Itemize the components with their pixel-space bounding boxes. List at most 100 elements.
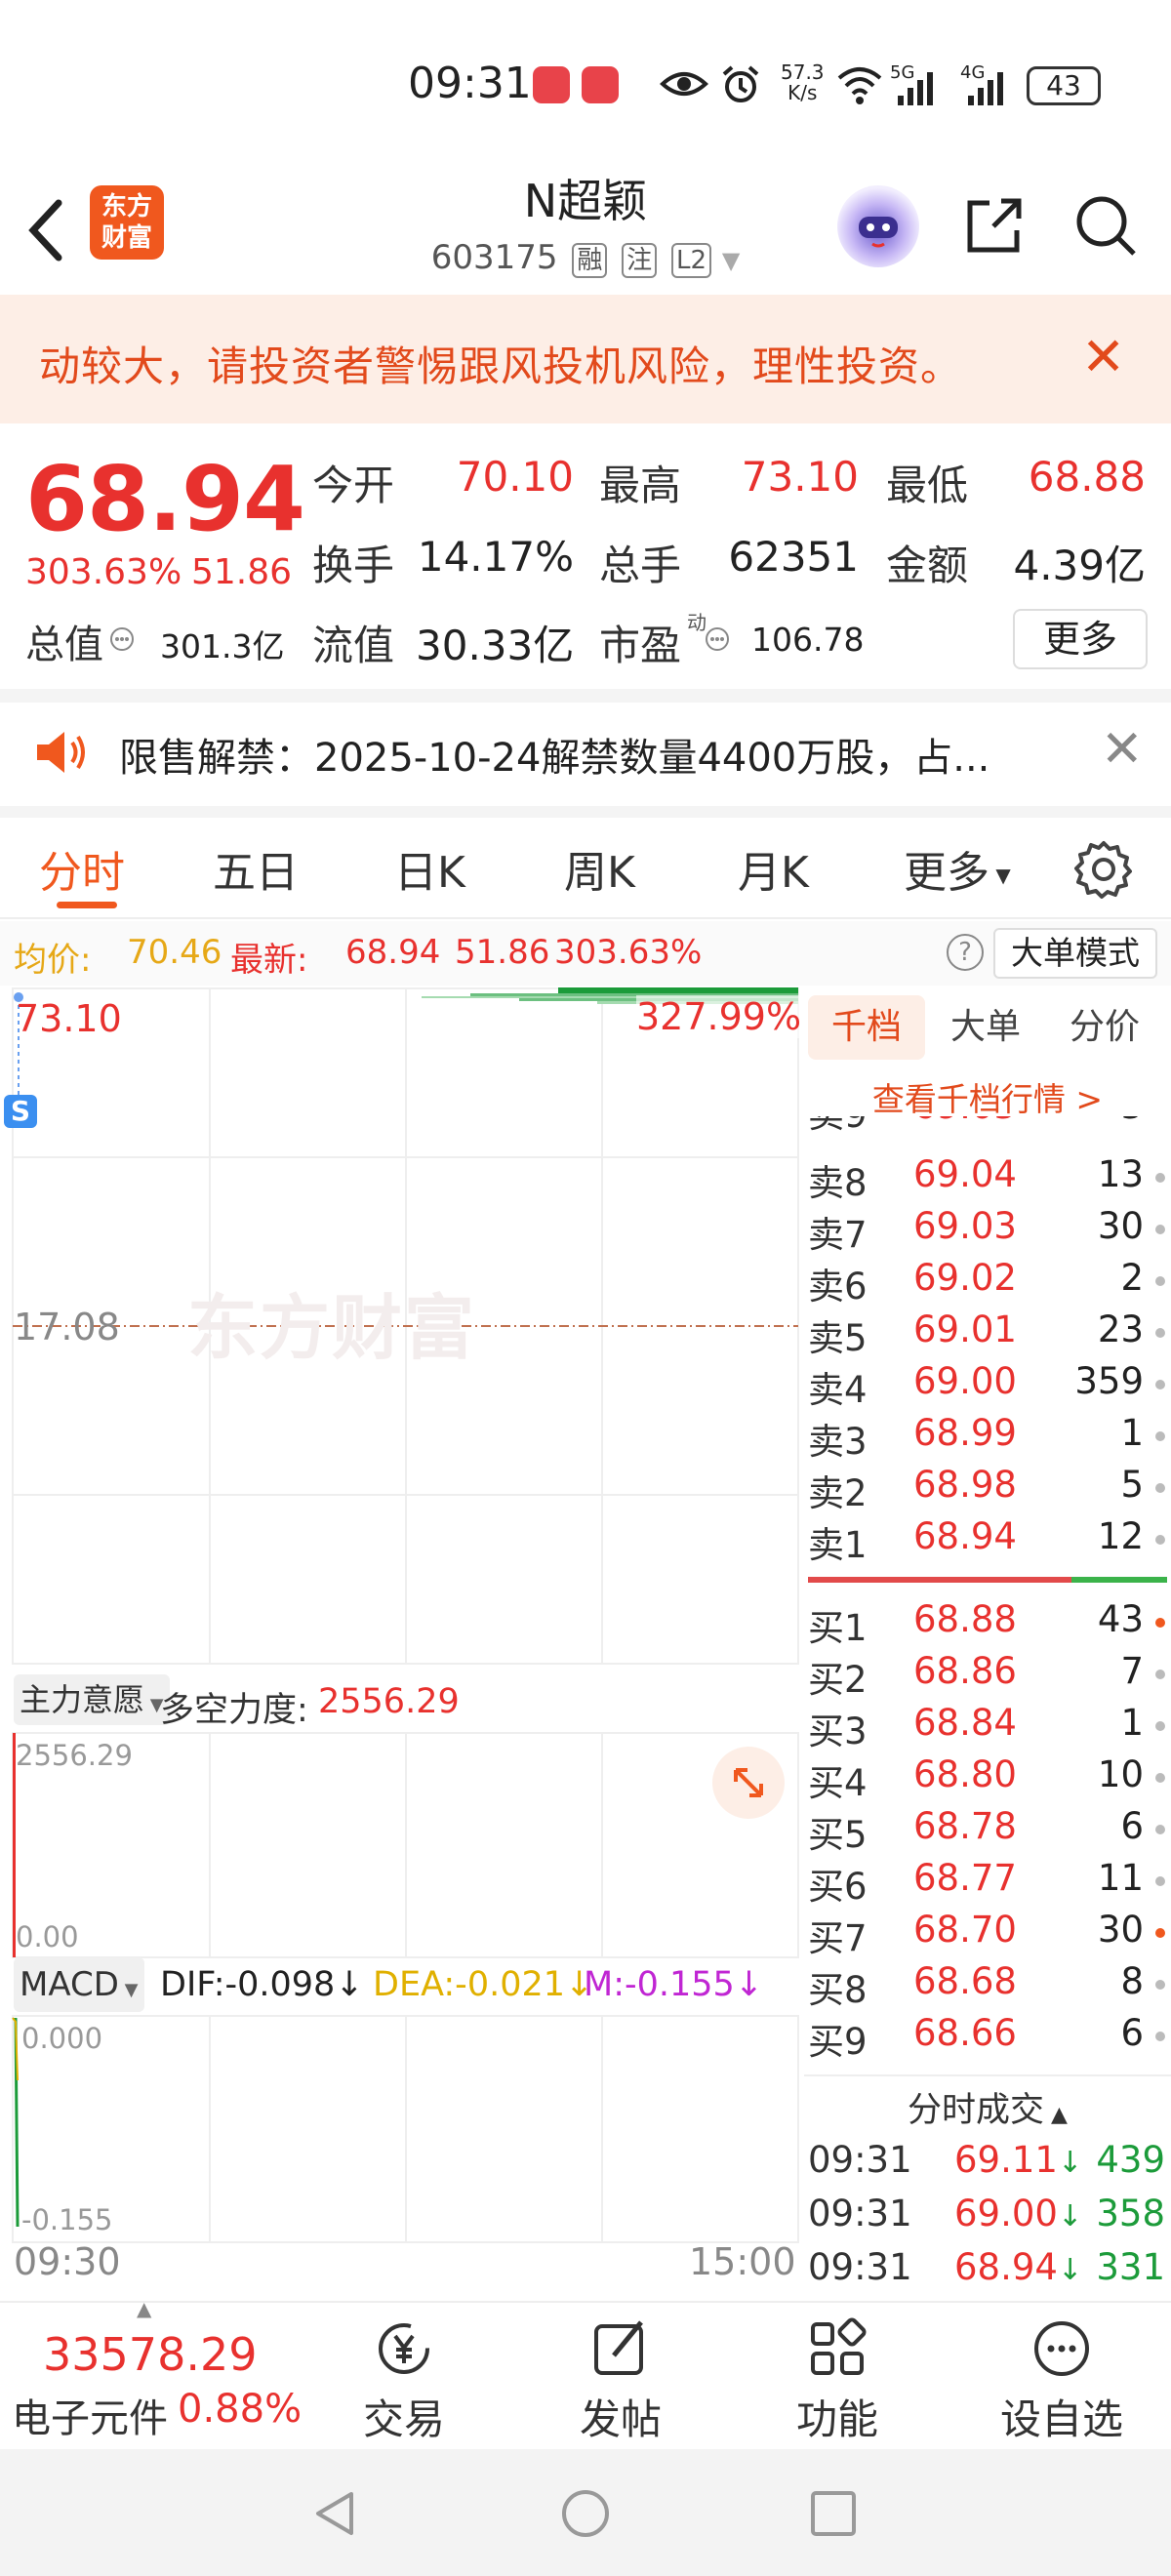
tab-monthly-k[interactable]: 月K [738, 837, 809, 900]
float-cap-value: 30.33亿 [416, 622, 575, 669]
tab-intraday[interactable]: 分时 [39, 837, 125, 900]
ai-assistant-avatar[interactable] [837, 185, 919, 267]
tab-five-day[interactable]: 五日 [213, 837, 299, 900]
lockup-notice-bar[interactable]: 限售解禁：2025-10-24解禁数量4400万股，占... ✕ [0, 699, 1171, 806]
watermark: 东方财富 [187, 1287, 477, 1369]
search-icon[interactable] [1071, 191, 1140, 260]
ask-row[interactable]: 卖7 69.03 30 [808, 1205, 1171, 1256]
amount-value: 4.39亿 [1013, 542, 1146, 589]
robot-icon [859, 217, 898, 248]
bid-row[interactable]: 买5 68.78 6 [808, 1805, 1171, 1856]
system-recents-icon[interactable] [808, 2488, 859, 2539]
app-header: N超颖 603175 融 注 L2 ▼ 东方 财富 [0, 166, 1171, 293]
bid-row[interactable]: 买4 68.80 10 [808, 1753, 1171, 1804]
mktcap-label: 总值 [25, 623, 103, 667]
latest-change: 51.86 [455, 933, 550, 972]
notification-book-icon [582, 66, 619, 103]
back-button[interactable] [21, 191, 80, 269]
expand-button[interactable] [712, 1747, 785, 1819]
level-dot [1155, 1721, 1165, 1731]
alert-close-button[interactable]: ✕ [1081, 326, 1125, 387]
sector-name: 电子元件 [12, 2396, 168, 2441]
view-depth-link[interactable]: 查看千档行情 > [804, 1073, 1171, 1120]
share-icon[interactable] [960, 191, 1029, 260]
level-dot [1155, 1825, 1165, 1834]
level-dot [1155, 1276, 1165, 1286]
divider [0, 806, 1171, 818]
latest-label: 最新: [230, 941, 308, 980]
level-dot [1155, 1173, 1165, 1183]
indicator-top-label: 2556.29 [16, 1739, 133, 1772]
buy-pressure-bar [808, 1577, 1071, 1583]
macd-dea: DEA:-0.021↓ [373, 1965, 594, 2004]
level-dot [1155, 1980, 1165, 1990]
notice-close-button[interactable]: ✕ [1101, 720, 1144, 779]
mktcap-value: 301.3亿 [160, 627, 285, 665]
big-order-mode-button[interactable]: 大单模式 [993, 928, 1157, 979]
high-value: 73.10 [741, 453, 859, 501]
nav-trade[interactable]: 交易 [326, 2316, 482, 2446]
level2-tag: L2 [670, 243, 711, 278]
low-value: 68.88 [1028, 453, 1146, 501]
system-back-icon[interactable] [308, 2486, 363, 2541]
intraday-chart[interactable]: 东方财富 73.10 327.99% S 17.08 主力意愿 ▼ 多空力度: … [4, 987, 802, 2252]
settings-gear-icon[interactable] [1073, 839, 1134, 900]
nav-post[interactable]: 发帖 [543, 2316, 699, 2446]
bid-row[interactable]: 买6 68.77 11 [808, 1857, 1171, 1908]
macd-dropdown[interactable]: MACD ▼ [14, 1957, 144, 2012]
tab-daily-k[interactable]: 日K [394, 837, 465, 900]
low-label: 最低 [886, 462, 969, 509]
nav-add-watchlist[interactable]: 设自选 [984, 2316, 1140, 2446]
down-arrow-icon: ↓ [335, 1965, 364, 2004]
level-dot [1155, 1535, 1165, 1545]
system-home-icon[interactable] [558, 2486, 613, 2541]
open-value: 70.10 [456, 453, 574, 501]
pe-label: 市盈 [599, 622, 682, 669]
caret-up-icon: ▲ [1044, 2103, 1068, 2127]
level-dot [1155, 1431, 1165, 1441]
bid-row[interactable]: 买2 68.86 7 [808, 1650, 1171, 1701]
ask-row[interactable]: 卖4 69.00 359 [808, 1360, 1171, 1411]
clock: 09:31 [408, 59, 532, 108]
chart-high-label: 73.10 [16, 997, 122, 1040]
ask-row[interactable]: 卖2 68.98 5 [808, 1464, 1171, 1514]
ask-row[interactable]: 卖3 68.99 1 [808, 1412, 1171, 1463]
tab-big-order[interactable]: 大单 [927, 995, 1044, 1060]
risk-alert-banner: 动较大，请投资者警惕跟风投机风险，理性投资。 ✕ [0, 295, 1171, 423]
compose-icon [594, 2320, 643, 2375]
level-dot [1155, 1670, 1165, 1679]
indicator-dropdown[interactable]: 主力意愿 ▼ [14, 1674, 170, 1725]
nav-functions[interactable]: 功能 [759, 2316, 915, 2446]
bid-row[interactable]: 买1 68.88 43 [808, 1598, 1171, 1649]
eastmoney-logo: 东方 财富 [90, 185, 164, 260]
pe-dynamic-sup: 动 [687, 611, 707, 634]
quote-panel: 68.94 303.63% 51.86 今开 70.10 最高 73.10 最低… [0, 425, 1171, 689]
alarm-icon [722, 65, 759, 102]
tab-thousand-depth[interactable]: 千档 [808, 995, 925, 1060]
s-badge[interactable]: S [4, 1095, 37, 1128]
help-icon[interactable]: ? [947, 934, 984, 971]
sector-index-widget[interactable]: ▲ 33578.29 电子元件 0.88% [0, 2297, 312, 2451]
bid-row[interactable]: 买8 68.68 8 [808, 1960, 1171, 2011]
ask-row[interactable]: 卖8 69.04 13 [808, 1153, 1171, 1204]
ask-row[interactable]: 卖1 68.94 12 [808, 1515, 1171, 1566]
down-arrow-icon: ↓ [1057, 2146, 1083, 2180]
turnover-label: 换手 [312, 542, 395, 589]
ask-row[interactable]: 卖6 69.02 2 [808, 1257, 1171, 1308]
wifi-icon [837, 67, 882, 104]
trade-yen-icon [379, 2323, 429, 2374]
ticks-header[interactable]: 分时成交 ▲ [804, 2082, 1171, 2132]
level-dot [1155, 1380, 1165, 1389]
tab-more[interactable]: 更多 ▼ [904, 837, 1011, 900]
bid-row[interactable]: 买9 68.66 6 [808, 2012, 1171, 2063]
bottom-navigation: ▲ 33578.29 电子元件 0.88% 交易 发帖 功能 设自选 [0, 2297, 1171, 2451]
ask-row[interactable]: 卖5 69.01 23 [808, 1308, 1171, 1359]
more-quote-button[interactable]: 更多 [1013, 609, 1148, 669]
info-dots-icon [706, 627, 729, 651]
tab-weekly-k[interactable]: 周K [564, 837, 635, 900]
ask-row-partial: 卖969.055 [804, 1116, 1171, 1136]
tab-price-distribution[interactable]: 分价 [1046, 995, 1163, 1060]
eye-icon [660, 72, 708, 96]
bid-row[interactable]: 买7 68.70 30 [808, 1909, 1171, 1959]
bid-row[interactable]: 买3 68.84 1 [808, 1702, 1171, 1752]
